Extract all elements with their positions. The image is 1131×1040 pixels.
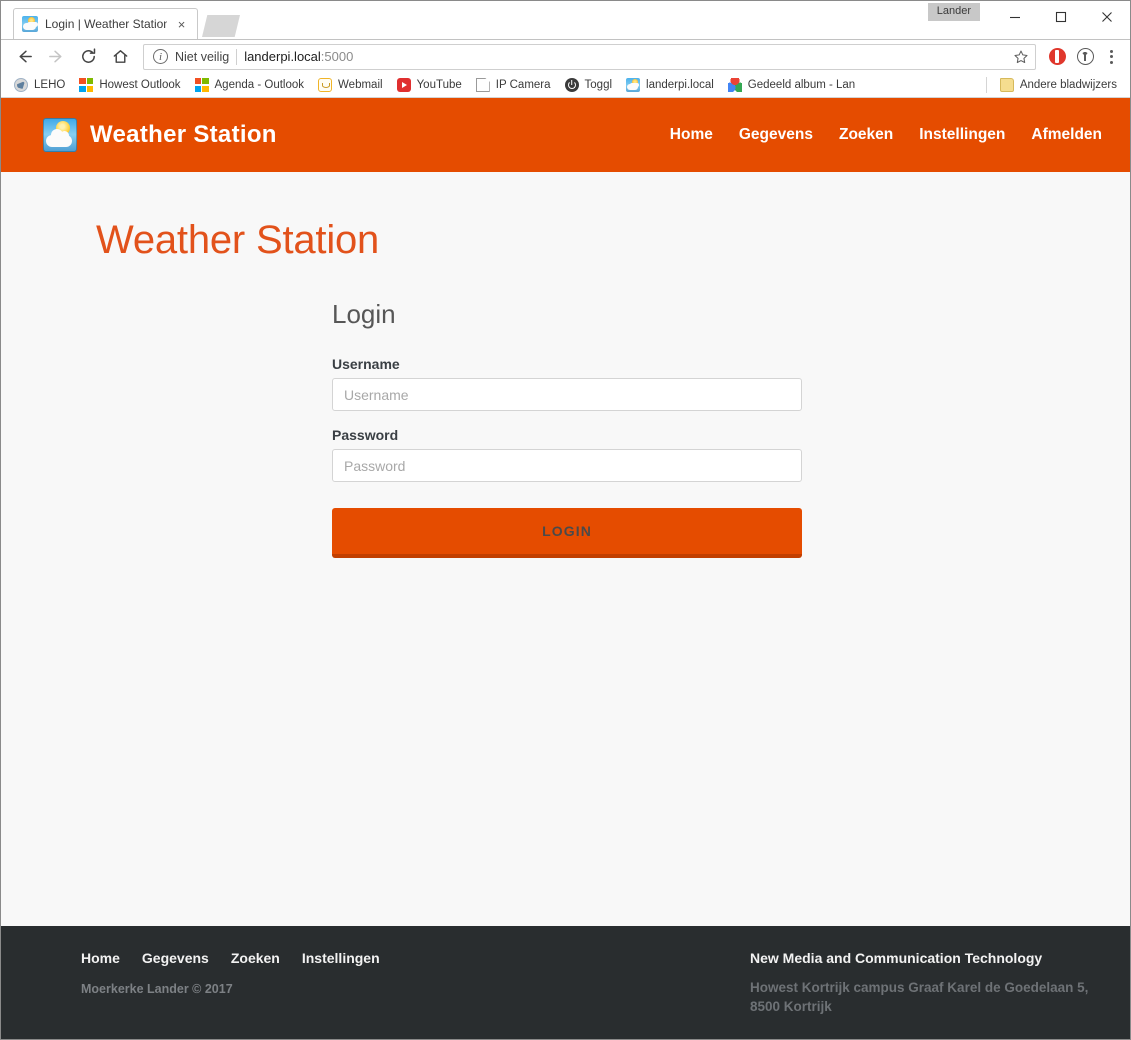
bookmark-item[interactable]: Webmail [311, 76, 390, 94]
browser-tab[interactable]: Login | Weather Station × [13, 8, 198, 39]
bookmark-item[interactable]: YouTube [390, 76, 469, 94]
page-icon [476, 78, 490, 92]
footer-copyright: Moerkerke Lander © 2017 [81, 982, 380, 996]
footer-nav-item-zoeken[interactable]: Zoeken [231, 950, 280, 966]
page-title: Weather Station [1, 172, 1130, 263]
password-label: Password [332, 427, 802, 443]
footer-nav-item-gegevens[interactable]: Gegevens [142, 950, 209, 966]
mail-icon [318, 78, 332, 92]
nav-item-zoeken[interactable]: Zoeken [839, 126, 893, 144]
bookmark-item[interactable]: IP Camera [469, 76, 558, 94]
web-page: Weather Station Home Gegevens Zoeken Ins… [1, 98, 1130, 1039]
pocket-icon[interactable] [1072, 44, 1098, 70]
bookmark-label: Agenda - Outlook [215, 79, 305, 91]
form-heading: Login [332, 299, 802, 330]
divider [236, 49, 237, 65]
footer-nav-item-instellingen[interactable]: Instellingen [302, 950, 380, 966]
bookmarks-bar-right: Andere bladwijzers [980, 76, 1124, 94]
folder-icon [1000, 78, 1014, 92]
tab-title: Login | Weather Station [45, 17, 167, 31]
other-bookmarks-label: Andere bladwijzers [1020, 79, 1117, 91]
title-bar: Login | Weather Station × Lander [1, 1, 1130, 39]
reload-icon[interactable] [73, 42, 103, 72]
bookmark-label: landerpi.local [646, 79, 714, 91]
divider [986, 77, 987, 93]
security-label: Niet veilig [175, 50, 229, 64]
bookmark-item[interactable]: Toggl [558, 76, 620, 94]
close-icon[interactable]: × [174, 17, 189, 32]
google-photos-icon [728, 78, 742, 92]
nav-item-home[interactable]: Home [670, 126, 713, 144]
footer-nav: Home Gegevens Zoeken Instellingen [81, 950, 380, 966]
tab-strip: Login | Weather Station × [1, 1, 240, 39]
weather-cloud-sun-icon [22, 16, 38, 32]
footer-nav-item-home[interactable]: Home [81, 950, 120, 966]
other-bookmarks-folder[interactable]: Andere bladwijzers [993, 76, 1124, 94]
username-field-group: Username [332, 356, 802, 411]
forward-arrow-icon [41, 42, 71, 72]
url-port: :5000 [321, 49, 354, 64]
main-nav: Home Gegevens Zoeken Instellingen Afmeld… [670, 126, 1102, 144]
profile-badge[interactable]: Lander [928, 3, 980, 21]
brand[interactable]: Weather Station [43, 118, 277, 152]
bookmark-item[interactable]: Agenda - Outlook [188, 76, 312, 94]
bookmark-item[interactable]: Howest Outlook [72, 76, 187, 94]
brand-name: Weather Station [90, 121, 277, 149]
bookmark-label: Webmail [338, 79, 383, 91]
bookmarks-bar: LEHO Howest Outlook Agenda - Outlook Web… [1, 73, 1130, 98]
weather-cloud-sun-icon [43, 118, 77, 152]
username-label: Username [332, 356, 802, 372]
login-button[interactable]: LOGIN [332, 508, 802, 558]
toggl-icon [565, 78, 579, 92]
bookmark-label: LEHO [34, 79, 65, 91]
leho-icon [14, 78, 28, 92]
info-icon[interactable]: i [153, 49, 168, 64]
username-input[interactable] [332, 378, 802, 411]
browser-toolbar: i Niet veilig landerpi.local:5000 [1, 39, 1130, 73]
bookmark-label: Howest Outlook [99, 79, 180, 91]
close-icon[interactable] [1084, 1, 1130, 33]
address-bar-url: landerpi.local:5000 [244, 49, 353, 64]
site-header: Weather Station Home Gegevens Zoeken Ins… [1, 98, 1130, 172]
window-controls [992, 1, 1130, 33]
bookmark-label: Toggl [585, 79, 613, 91]
youtube-icon [397, 78, 411, 92]
bookmark-label: IP Camera [496, 79, 551, 91]
microsoft-icon [79, 78, 93, 92]
back-arrow-icon[interactable] [9, 42, 39, 72]
url-host: landerpi.local [244, 49, 321, 64]
bookmark-item[interactable]: Gedeeld album - Lan [721, 76, 862, 94]
bookmark-label: YouTube [417, 79, 462, 91]
nav-item-afmelden[interactable]: Afmelden [1031, 126, 1102, 144]
home-icon[interactable] [105, 42, 135, 72]
footer-left: Home Gegevens Zoeken Instellingen Moerke… [81, 948, 380, 996]
weather-cloud-sun-icon [626, 78, 640, 92]
password-field-group: Password [332, 427, 802, 482]
footer-department: New Media and Communication Technology [750, 950, 1100, 966]
browser-window: Login | Weather Station × Lander [0, 0, 1131, 1040]
adblock-icon[interactable] [1044, 44, 1070, 70]
bookmark-label: Gedeeld album - Lan [748, 79, 855, 91]
footer-right: New Media and Communication Technology H… [750, 948, 1100, 1017]
footer-address: Howest Kortrijk campus Graaf Karel de Go… [750, 978, 1100, 1017]
password-input[interactable] [332, 449, 802, 482]
maximize-icon[interactable] [1038, 1, 1084, 33]
bookmark-item[interactable]: LEHO [7, 76, 72, 94]
login-form: Login Username Password LOGIN [332, 299, 802, 558]
microsoft-icon [195, 78, 209, 92]
address-bar[interactable]: i Niet veilig landerpi.local:5000 [143, 44, 1036, 70]
kebab-menu-icon[interactable] [1100, 44, 1122, 70]
page-content: Weather Station Login Username Password … [1, 172, 1130, 926]
site-footer: Home Gegevens Zoeken Instellingen Moerke… [1, 926, 1130, 1039]
nav-item-gegevens[interactable]: Gegevens [739, 126, 813, 144]
new-tab-button[interactable] [202, 15, 240, 37]
bookmark-item[interactable]: landerpi.local [619, 76, 721, 94]
nav-item-instellingen[interactable]: Instellingen [919, 126, 1005, 144]
star-icon[interactable] [1013, 49, 1029, 65]
minimize-icon[interactable] [992, 1, 1038, 33]
